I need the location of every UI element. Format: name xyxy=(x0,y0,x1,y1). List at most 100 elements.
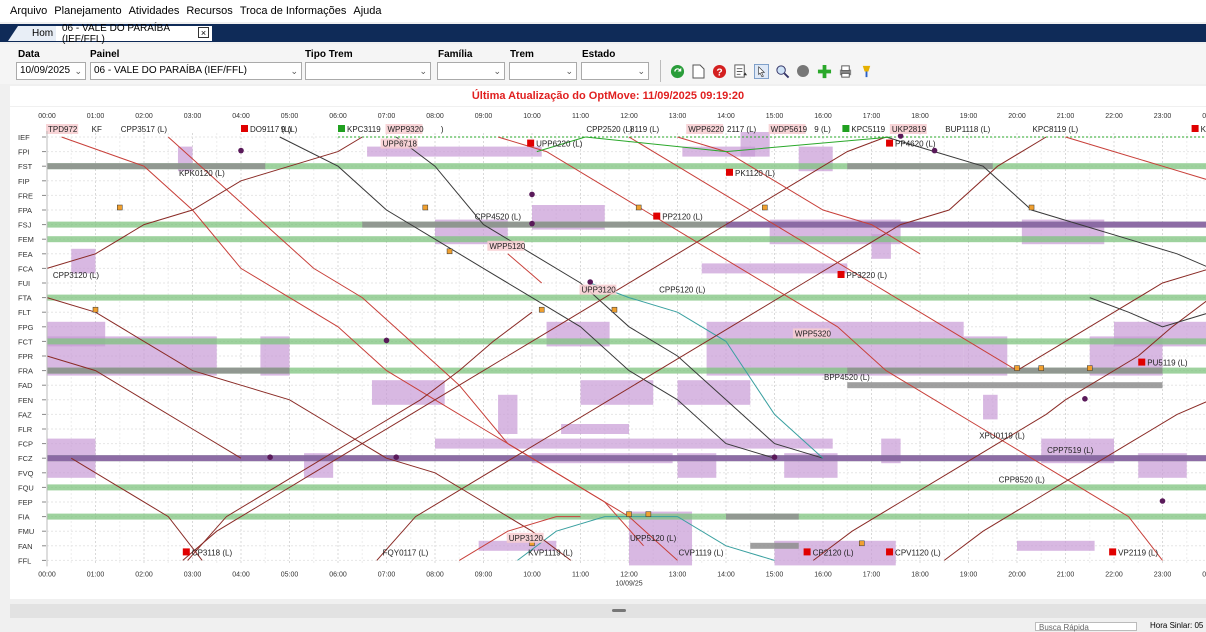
track-bar xyxy=(47,236,1206,242)
train-flag xyxy=(804,548,811,555)
time-tick-bottom: 15:00 xyxy=(766,571,784,578)
train-label: ) xyxy=(441,125,444,134)
event-marker xyxy=(1087,366,1092,371)
station-label: FAN xyxy=(18,542,33,551)
time-tick-top: 07:00 xyxy=(378,113,396,120)
time-tick-bottom: 06:00 xyxy=(329,571,347,578)
time-tick-top: 18:00 xyxy=(911,113,929,120)
train-flag xyxy=(527,140,534,147)
time-tick-bottom: 11:00 xyxy=(572,571,589,578)
add-icon[interactable] xyxy=(816,63,832,79)
track-bar xyxy=(47,368,290,374)
painel-select[interactable]: 06 - VALE DO PARAÍBA (IEF/FFL)⌄ xyxy=(90,62,302,80)
train-label: KVP1119 (L) xyxy=(528,548,573,557)
time-tick-bottom: 19:00 xyxy=(960,571,978,578)
train-label: 9 (L) xyxy=(281,125,298,134)
event-marker xyxy=(238,148,244,154)
pointer-icon[interactable] xyxy=(753,63,769,79)
station-label: FPR xyxy=(18,352,34,361)
train-flag xyxy=(886,140,893,147)
station-label: FEN xyxy=(18,396,33,405)
train-flag xyxy=(241,125,248,132)
train-label: WPP5120 xyxy=(489,242,526,251)
train-label: CPP3120 (L) xyxy=(53,271,100,280)
menu-planejamento[interactable]: Planejamento xyxy=(54,5,121,17)
station-label: FEM xyxy=(18,235,34,244)
station-label: FLT xyxy=(18,308,31,317)
time-tick-bottom: 20:00 xyxy=(1008,571,1026,578)
estado-select[interactable]: ⌄ xyxy=(581,62,649,80)
scrollbar-grip[interactable] xyxy=(612,609,626,612)
time-tick-top: 09:00 xyxy=(475,113,493,120)
train-label: TPD972 xyxy=(48,125,78,134)
event-marker xyxy=(859,541,864,546)
train-label: UPP3120 xyxy=(509,534,544,543)
menu-arquivo[interactable]: Arquivo xyxy=(10,5,47,17)
familia-select[interactable]: ⌄ xyxy=(437,62,505,80)
train-label: UPP6718 xyxy=(383,140,418,149)
chevron-down-icon: ⌄ xyxy=(74,63,82,79)
time-tick-bottom: 04:00 xyxy=(232,571,250,578)
station-label: FUI xyxy=(18,279,30,288)
new-document-icon[interactable] xyxy=(690,63,706,79)
filter-bar: Data 10/09/2025⌄ Painel 06 - VALE DO PAR… xyxy=(0,44,1206,84)
menu-troca-informacoes[interactable]: Troca de Informações xyxy=(240,5,347,17)
train-flag xyxy=(838,271,845,278)
estado-label: Estado xyxy=(582,49,615,60)
circle-icon[interactable] xyxy=(795,63,811,79)
station-label: FEA xyxy=(18,250,33,259)
event-marker xyxy=(117,205,122,210)
time-tick-top: 10:00 xyxy=(523,113,541,120)
train-label: UPP6220 (L) xyxy=(536,140,583,149)
event-marker xyxy=(772,454,778,460)
track-bar xyxy=(47,338,1206,344)
train-label: 2117 (L) xyxy=(727,125,757,134)
print-icon[interactable] xyxy=(837,63,853,79)
event-marker xyxy=(1039,366,1044,371)
occupation-block xyxy=(678,380,751,405)
date-select[interactable]: 10/09/2025 ⌄ xyxy=(16,62,86,80)
occupation-block xyxy=(1017,541,1095,551)
time-tick-bottom: 14:00 xyxy=(717,571,735,578)
event-marker xyxy=(587,279,593,285)
trem-select[interactable]: ⌄ xyxy=(509,62,577,80)
train-label: CPP4520 (L) xyxy=(475,213,522,222)
painel-value: 06 - VALE DO PARAÍBA (IEF/FFL) xyxy=(94,65,247,76)
train-path xyxy=(1066,137,1206,181)
time-tick-bottom: 22:00 xyxy=(1105,571,1123,578)
menu-ajuda[interactable]: Ajuda xyxy=(353,5,381,17)
time-tick-top: 12:00 xyxy=(620,113,638,120)
tab-home[interactable]: Hom xyxy=(8,26,58,41)
hour-label: Hora Sinlar: 05 xyxy=(1150,621,1203,630)
close-tab-icon[interactable]: × xyxy=(198,27,209,38)
train-label: KF xyxy=(92,125,102,134)
date-value: 10/09/2025 xyxy=(20,65,70,76)
zoom-icon[interactable] xyxy=(774,63,790,79)
quick-search-input[interactable]: Busca Rápida xyxy=(1035,622,1137,631)
tipo-trem-select[interactable]: ⌄ xyxy=(305,62,431,80)
station-label: FAD xyxy=(18,381,33,390)
train-label: KPC5119 xyxy=(851,125,885,134)
menu-recursos[interactable]: Recursos xyxy=(186,5,232,17)
time-tick-top: 17:00 xyxy=(863,113,881,120)
menu-atividades[interactable]: Atividades xyxy=(129,5,180,17)
last-update-banner: Última Atualização do OptMove: 11/09/202… xyxy=(10,86,1206,106)
refresh-icon[interactable] xyxy=(669,63,685,79)
train-label: WPP6220 xyxy=(688,125,725,134)
marker-icon[interactable] xyxy=(858,63,874,79)
report-icon[interactable] xyxy=(732,63,748,79)
train-path xyxy=(47,137,362,268)
station-label: FEP xyxy=(18,498,33,507)
tab-vale-do-paraiba[interactable]: 06 - VALE DO PARAÍBA (IEF/FFL) × xyxy=(56,26,212,41)
train-graph-chart: IEFFPIFSTFIPFREFPAFSJFEMFEAFCAFUIFTAFLTF… xyxy=(10,107,1206,599)
train-label: CP2120 (L) xyxy=(813,548,854,557)
train-label: CPP2520 (L) xyxy=(586,125,633,134)
help-icon[interactable]: ? xyxy=(711,63,727,79)
train-label: CVP1119 (L) xyxy=(679,548,724,557)
train-flag xyxy=(1138,359,1145,366)
horizontal-scrollbar[interactable] xyxy=(10,604,1206,618)
train-label: PK1120 (L) xyxy=(735,169,775,178)
time-tick-top: 19:00 xyxy=(960,113,978,120)
station-label: FCA xyxy=(18,264,33,273)
track-bar xyxy=(847,163,993,169)
